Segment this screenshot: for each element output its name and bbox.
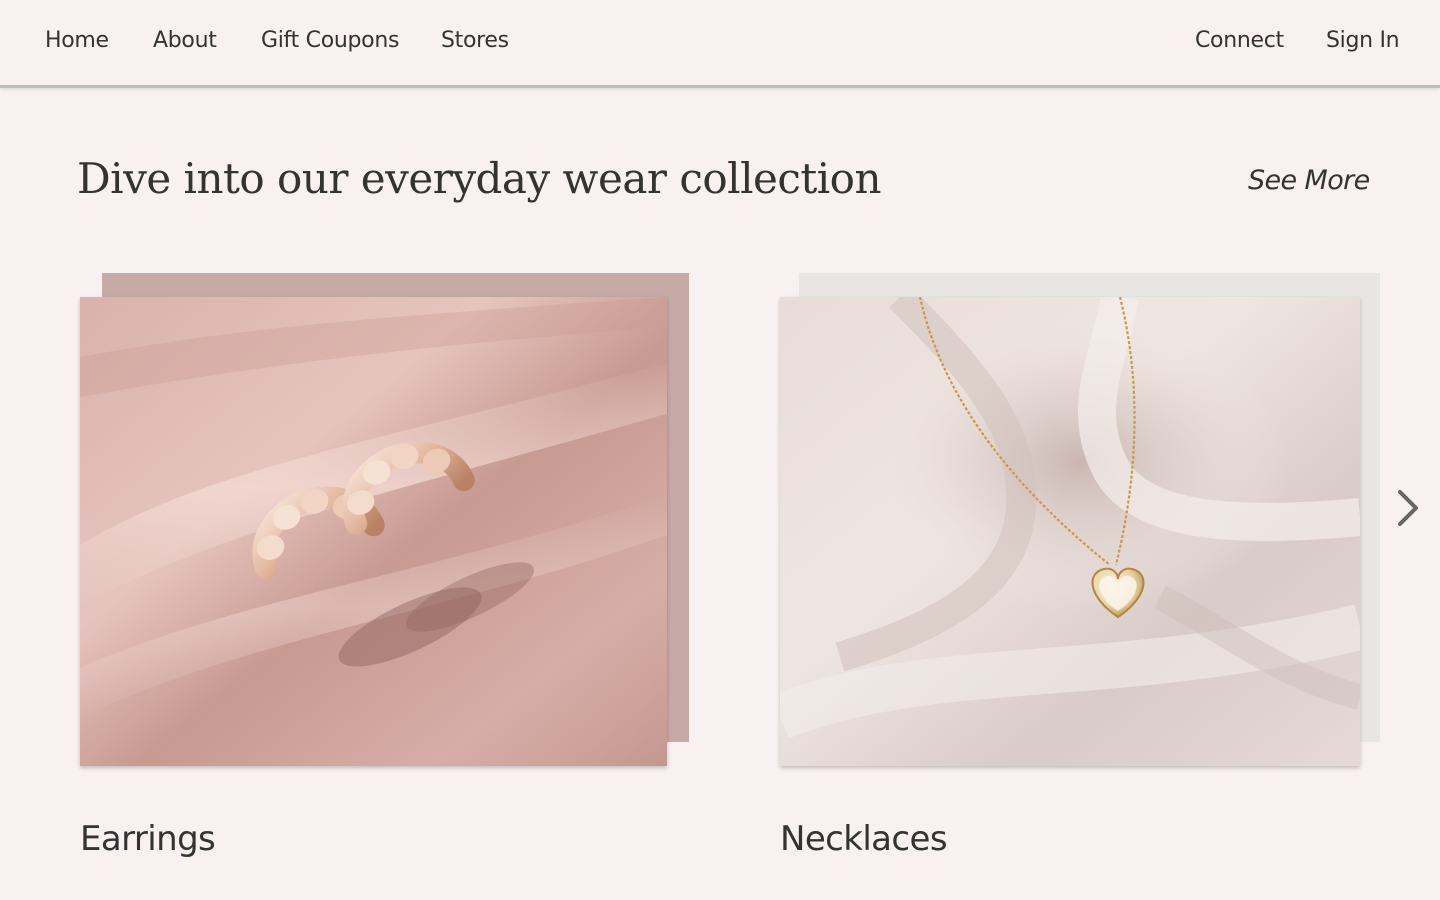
nav-link-gift-coupons[interactable]: Gift Coupons xyxy=(261,28,399,53)
card-label-earrings[interactable]: Earrings xyxy=(80,819,216,859)
see-more-link[interactable]: See More xyxy=(1248,165,1370,196)
earrings-photo[interactable] xyxy=(80,297,667,766)
nav-link-home[interactable]: Home xyxy=(45,28,109,53)
chevron-right-icon[interactable] xyxy=(1392,488,1424,528)
category-card-earrings[interactable]: Earrings xyxy=(80,273,689,873)
nav-link-connect[interactable]: Connect xyxy=(1195,28,1284,53)
category-card-necklaces[interactable]: Necklaces xyxy=(780,273,1380,873)
nav-link-stores[interactable]: Stores xyxy=(441,28,509,53)
top-navigation: Home About Gift Coupons Stores Connect S… xyxy=(0,0,1440,88)
card-label-necklaces[interactable]: Necklaces xyxy=(780,819,948,859)
nav-link-about[interactable]: About xyxy=(153,28,217,53)
necklaces-photo[interactable] xyxy=(780,297,1360,766)
section-title: Dive into our everyday wear collection xyxy=(77,154,882,203)
nav-link-sign-in[interactable]: Sign In xyxy=(1326,28,1400,53)
